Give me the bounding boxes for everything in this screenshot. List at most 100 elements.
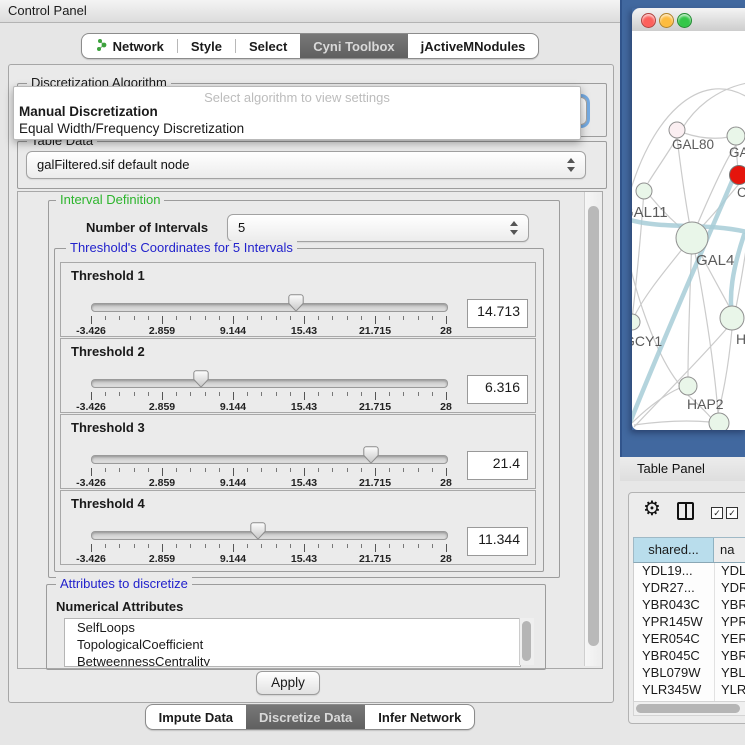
tick-mark — [233, 316, 234, 324]
slider-track[interactable] — [91, 379, 448, 388]
tab-jactivemnodules[interactable]: jActiveMNodules — [408, 34, 539, 58]
slider-thumb[interactable] — [193, 370, 209, 388]
dropdown-option-manual[interactable]: Manual Discretization — [19, 104, 158, 119]
attribute-list-item[interactable]: SelfLoops — [65, 619, 520, 636]
table-cell: YPR145W — [634, 614, 714, 631]
tick-mark — [134, 544, 135, 548]
tick-mark — [247, 468, 248, 472]
attribute-list-item[interactable]: TopologicalCoefficient — [65, 636, 520, 653]
tick-label: -3.426 — [76, 325, 106, 337]
network-node[interactable] — [727, 127, 745, 145]
tick-mark — [347, 468, 348, 472]
tick-mark — [119, 316, 120, 320]
minimize-window-icon[interactable] — [659, 13, 674, 28]
tick-mark — [347, 392, 348, 396]
table-row[interactable]: YLR345W YLR3 — [634, 682, 745, 699]
column-header-name[interactable]: na — [714, 538, 745, 562]
tick-mark — [361, 316, 362, 320]
tab-style[interactable]: Style — [178, 34, 235, 58]
table-data-combobox[interactable]: galFiltered.sif default node — [26, 151, 586, 179]
panel-title: Control Panel — [8, 3, 87, 18]
split-columns-icon[interactable] — [677, 502, 694, 520]
tick-mark — [446, 316, 447, 324]
threshold-value-field[interactable]: 21.4 — [467, 451, 528, 480]
attributes-list: SelfLoopsTopologicalCoefficientBetweenne… — [64, 618, 521, 667]
network-node[interactable] — [720, 306, 744, 330]
table-row[interactable]: YER054C YER0 — [634, 631, 745, 648]
table-row[interactable]: YDR27... YDR2 — [634, 580, 745, 597]
attribute-list-item[interactable]: BetweennessCentrality — [65, 653, 520, 667]
num-intervals-combobox[interactable]: 5 — [227, 214, 529, 242]
tab-infer-network[interactable]: Infer Network — [365, 705, 474, 729]
network-node[interactable] — [679, 377, 697, 395]
slider-track[interactable] — [91, 303, 448, 312]
close-window-icon[interactable] — [641, 13, 656, 28]
table-cell: YBR045C — [634, 648, 714, 665]
network-node[interactable] — [709, 413, 729, 430]
tab-label: Impute Data — [159, 710, 233, 725]
tab-select[interactable]: Select — [236, 34, 300, 58]
network-canvas[interactable]: GAL80 GA C GAL11 GAL4 GCY1 H HAP2 — [632, 31, 745, 430]
node-label-gcy1: GCY1 — [632, 333, 662, 349]
settings-vertical-scrollbar[interactable] — [584, 192, 602, 666]
column-header-shared[interactable]: shared... — [634, 538, 714, 562]
slider-track[interactable] — [91, 531, 448, 540]
tick-label: 21.715 — [359, 553, 391, 565]
table-cell: YDR27... — [634, 580, 714, 597]
slider-track[interactable] — [91, 455, 448, 464]
node-label-gal4: GAL4 — [696, 252, 734, 269]
network-node[interactable] — [632, 314, 640, 330]
table-rows: YDL19... YDL1 YDR27... YDR2 YBR043C YBR0… — [633, 563, 745, 703]
checkbox-icon[interactable]: ✓ — [711, 507, 723, 519]
tick-mark — [176, 468, 177, 472]
network-node[interactable] — [636, 183, 652, 199]
dropdown-option-equal-width[interactable]: Equal Width/Frequency Discretization — [19, 121, 244, 136]
table-row[interactable]: YDL19... YDL1 — [634, 563, 745, 580]
zoom-window-icon[interactable] — [677, 13, 692, 28]
gear-icon[interactable]: ⚙ — [643, 499, 661, 519]
tick-mark — [361, 544, 362, 548]
apply-button[interactable]: Apply — [256, 671, 320, 695]
control-panel: Control Panel ✕ NetworkStyle Select Cyni T… — [0, 0, 620, 745]
scrollbar-thumb[interactable] — [636, 704, 740, 713]
table-row[interactable]: YBR043C YBR0 — [634, 597, 745, 614]
network-node[interactable] — [669, 122, 685, 138]
scrollbar-thumb[interactable] — [522, 621, 531, 661]
slider-thumb[interactable] — [363, 446, 379, 464]
tab-discretize-data[interactable]: Discretize Data — [246, 705, 365, 729]
tick-mark — [446, 392, 447, 400]
tick-mark — [290, 544, 291, 548]
table-data-combobox-value: galFiltered.sif default node — [37, 157, 189, 172]
tab-label: Cyni Toolbox — [313, 39, 394, 54]
attributes-group-title: Attributes to discretize — [56, 577, 192, 590]
slider-thumb[interactable] — [250, 522, 266, 540]
network-node-gal4[interactable] — [676, 222, 708, 254]
tick-mark — [432, 468, 433, 472]
tick-mark — [190, 468, 191, 472]
tab-impute-data[interactable]: Impute Data — [146, 705, 246, 729]
threshold-value-field[interactable]: 14.713 — [467, 299, 528, 328]
scrollbar-thumb[interactable] — [588, 206, 599, 646]
tab-cyni-toolbox[interactable]: Cyni Toolbox — [300, 34, 407, 58]
slider-thumb[interactable] — [288, 294, 304, 312]
table-row[interactable]: YBR045C YBR0 — [634, 648, 745, 665]
threshold-value-field[interactable]: 11.344 — [467, 527, 528, 556]
tick-mark — [205, 468, 206, 472]
tab-network[interactable]: Network — [82, 34, 177, 58]
network-node-selected[interactable] — [730, 166, 745, 185]
table-row[interactable]: YPR145W YPR1 — [634, 614, 745, 631]
tick-mark — [290, 468, 291, 472]
tab-label: Discretize Data — [259, 710, 352, 725]
tick-mark — [148, 316, 149, 320]
attributes-list-scrollbar[interactable] — [519, 618, 534, 665]
tick-mark — [119, 392, 120, 396]
table-panel-toolbar-area: ⚙ ✓ ✓ shared... na YDL19... YDL1 YDR27..… — [628, 492, 745, 724]
table-horizontal-scrollbar[interactable] — [633, 701, 745, 716]
tick-label: -3.426 — [76, 401, 106, 413]
tick-label: 15.43 — [291, 477, 317, 489]
table-row[interactable]: YBL079W YBL0 — [634, 665, 745, 682]
control-panel-titlebar: Control Panel ✕ — [0, 0, 620, 23]
threshold-value-field[interactable]: 6.316 — [467, 375, 528, 404]
checkbox-icon[interactable]: ✓ — [726, 507, 738, 519]
tab-label: Select — [249, 39, 287, 54]
